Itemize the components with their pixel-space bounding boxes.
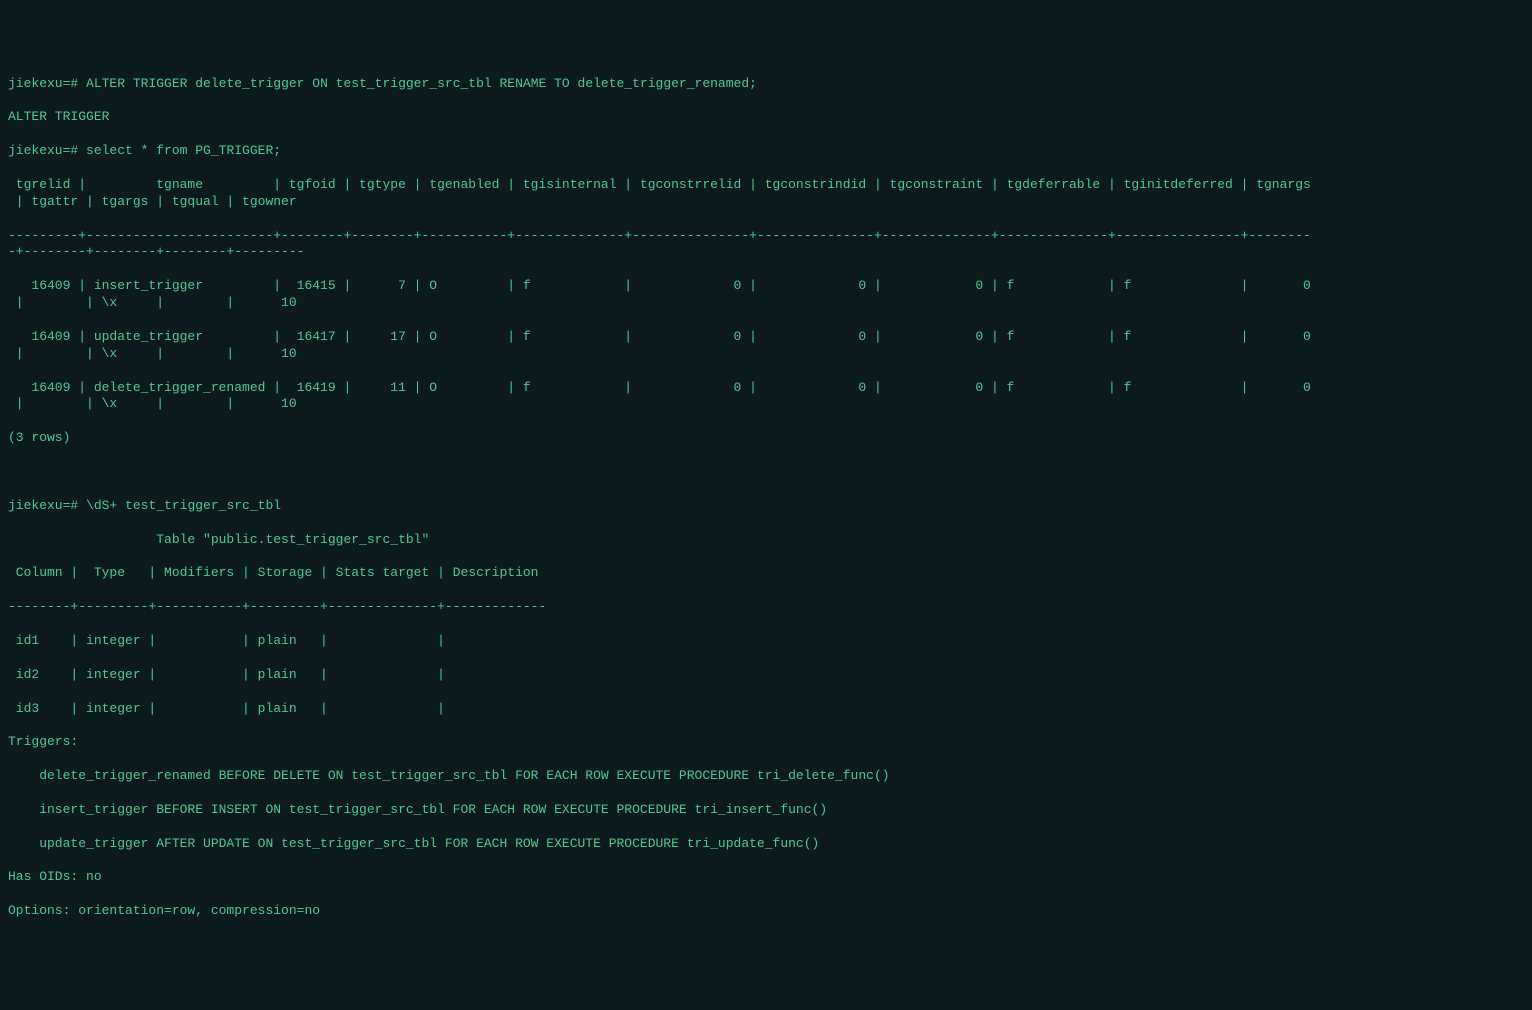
triggers-label: Triggers: (8, 734, 1524, 751)
table-title: Table "public.test_trigger_src_tbl" (8, 532, 1524, 549)
prompt: jiekexu=# (8, 143, 78, 158)
trigger-definition: delete_trigger_renamed BEFORE DELETE ON … (8, 768, 1524, 785)
table-row: id1 | integer | | plain | | (8, 633, 1524, 650)
options: Options: orientation=row, compression=no (8, 903, 1524, 920)
table-row: 16409 | delete_trigger_renamed | 16419 |… (8, 380, 1524, 414)
row-count: (3 rows) (8, 430, 1524, 447)
trigger-definition: update_trigger AFTER UPDATE ON test_trig… (8, 836, 1524, 853)
has-oids: Has OIDs: no (8, 869, 1524, 886)
command-text: \dS+ test_trigger_src_tbl (86, 498, 281, 513)
alter-result: ALTER TRIGGER (8, 109, 1524, 126)
command-line-alter[interactable]: jiekexu=# ALTER TRIGGER delete_trigger O… (8, 76, 1524, 93)
command-line-select[interactable]: jiekexu=# select * from PG_TRIGGER; (8, 143, 1524, 160)
table-row: id2 | integer | | plain | | (8, 667, 1524, 684)
table-header: Column | Type | Modifiers | Storage | St… (8, 565, 1524, 582)
prompt: jiekexu=# (8, 76, 78, 91)
command-line-describe[interactable]: jiekexu=# \dS+ test_trigger_src_tbl (8, 498, 1524, 515)
blank-line (8, 464, 1524, 481)
pg-trigger-separator: ---------+------------------------+-----… (8, 228, 1524, 262)
table-row: 16409 | insert_trigger | 16415 | 7 | O |… (8, 278, 1524, 312)
table-row: id3 | integer | | plain | | (8, 701, 1524, 718)
table-row: 16409 | update_trigger | 16417 | 17 | O … (8, 329, 1524, 363)
command-text: select * from PG_TRIGGER; (86, 143, 281, 158)
prompt: jiekexu=# (8, 498, 78, 513)
table-separator: --------+---------+-----------+---------… (8, 599, 1524, 616)
trigger-definition: insert_trigger BEFORE INSERT ON test_tri… (8, 802, 1524, 819)
pg-trigger-header: tgrelid | tgname | tgfoid | tgtype | tge… (8, 177, 1524, 211)
command-text: ALTER TRIGGER delete_trigger ON test_tri… (86, 76, 757, 91)
